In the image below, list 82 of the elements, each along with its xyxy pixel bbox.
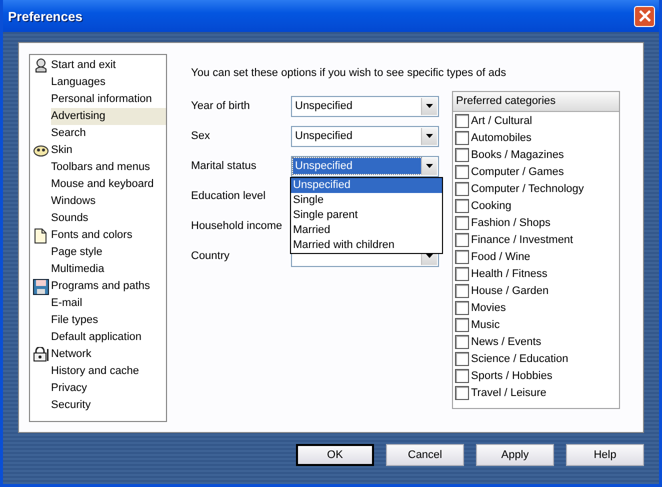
sidebar-item[interactable]: Advertising — [51, 108, 166, 125]
checkbox[interactable] — [455, 318, 469, 332]
sidebar-item[interactable]: Fonts and colors — [51, 227, 166, 244]
category-label: Sports / Hobbies — [471, 370, 552, 382]
field-label: Marital status — [191, 160, 258, 172]
field-label: Country — [191, 250, 231, 262]
checkbox[interactable] — [455, 386, 469, 400]
sidebar-item[interactable]: Page style — [51, 244, 166, 261]
checkbox[interactable] — [455, 198, 469, 212]
checkbox[interactable] — [455, 266, 469, 280]
sidebar-item[interactable]: Windows — [51, 193, 166, 210]
close-button[interactable] — [634, 6, 655, 26]
category-label: Health / Fitness — [471, 268, 548, 280]
sidebar-item[interactable]: Skin — [51, 142, 166, 159]
sidebar-item[interactable]: Multimedia — [51, 261, 166, 278]
person-icon — [34, 58, 48, 73]
intro-text: You can set these options if you wish to see specific types of ads — [191, 66, 508, 80]
field-label: Education level — [191, 190, 267, 202]
checkbox[interactable] — [455, 130, 469, 144]
sidebar-item[interactable]: Privacy — [51, 380, 166, 397]
sidebar-item[interactable]: Mouse and keyboard — [51, 176, 166, 193]
dialog-button[interactable]: OK — [296, 444, 374, 466]
field-label: Sex — [191, 130, 211, 142]
field-label: Year of birth — [191, 100, 251, 112]
checkbox[interactable] — [455, 182, 469, 196]
sidebar-item[interactable]: Sounds — [51, 210, 166, 227]
dropdown-option[interactable]: Married with children — [291, 238, 442, 252]
dialog-button[interactable]: Cancel — [386, 444, 464, 466]
category-label: Art / Cultural — [471, 114, 532, 126]
dropdown-option[interactable]: Single — [291, 192, 442, 208]
category-label: Movies — [471, 302, 506, 314]
dropdown-field[interactable]: Unspecified — [291, 126, 439, 146]
category-label: House / Garden — [471, 284, 549, 296]
category-label: Science / Education — [471, 352, 568, 364]
category-label: Computer / Games — [471, 166, 564, 178]
sidebar-item[interactable]: File types — [51, 312, 166, 329]
sidebar-item[interactable]: Toolbars and menus — [51, 159, 166, 176]
checkbox[interactable] — [455, 148, 469, 162]
checkbox[interactable] — [455, 368, 469, 382]
sidebar-item[interactable]: Network — [51, 346, 166, 363]
sidebar-item[interactable]: History and cache — [51, 363, 166, 380]
sidebar-item[interactable]: Start and exit — [51, 57, 166, 74]
checkbox[interactable] — [455, 334, 469, 348]
category-label: Music — [471, 318, 500, 330]
checkbox[interactable] — [455, 164, 469, 178]
sidebar-item[interactable]: E-mail — [51, 295, 166, 312]
dropdown-option[interactable]: Unspecified — [291, 178, 442, 192]
checkbox[interactable] — [455, 232, 469, 246]
dialog-button[interactable]: Apply — [476, 444, 554, 466]
checkbox[interactable] — [455, 300, 469, 314]
field-label: Household income — [191, 220, 284, 232]
category-label: Travel / Leisure — [471, 386, 546, 398]
dropdown-option[interactable]: Single parent — [291, 208, 442, 222]
sidebar-item[interactable]: Programs and paths — [51, 278, 166, 295]
padlock-icon — [32, 347, 48, 362]
checkbox[interactable] — [455, 284, 469, 298]
list-header: Preferred categories — [453, 92, 619, 112]
category-label: Food / Wine — [471, 250, 530, 262]
dropdown-field[interactable]: Unspecified — [291, 156, 439, 176]
sidebar-item[interactable]: Personal information — [51, 91, 166, 108]
checkbox[interactable] — [455, 352, 469, 366]
dropdown-field[interactable]: Unspecified — [291, 96, 439, 116]
category-label: Computer / Technology — [471, 182, 584, 194]
sidebar-item[interactable]: Default application — [51, 329, 166, 346]
close-icon — [638, 10, 650, 22]
category-label: Fashion / Shops — [471, 216, 550, 228]
category-label: Automobiles — [471, 132, 532, 144]
category-label: News / Events — [471, 336, 542, 348]
checkbox[interactable] — [455, 250, 469, 264]
dropdown-option[interactable]: Married — [291, 222, 442, 238]
checkbox[interactable] — [455, 216, 469, 230]
mask-icon — [32, 144, 48, 156]
sidebar-item[interactable]: Languages — [51, 74, 166, 91]
category-label: Finance / Investment — [471, 234, 574, 246]
dialog-button[interactable]: Help — [566, 444, 644, 466]
sidebar-item[interactable]: Search — [51, 125, 166, 142]
checkbox[interactable] — [455, 114, 469, 128]
category-label: Books / Magazines — [471, 148, 564, 160]
category-label: Cooking — [471, 200, 512, 212]
window-title: Preferences — [8, 8, 82, 24]
document-icon — [34, 228, 47, 244]
sidebar-item[interactable]: Security — [51, 397, 166, 414]
